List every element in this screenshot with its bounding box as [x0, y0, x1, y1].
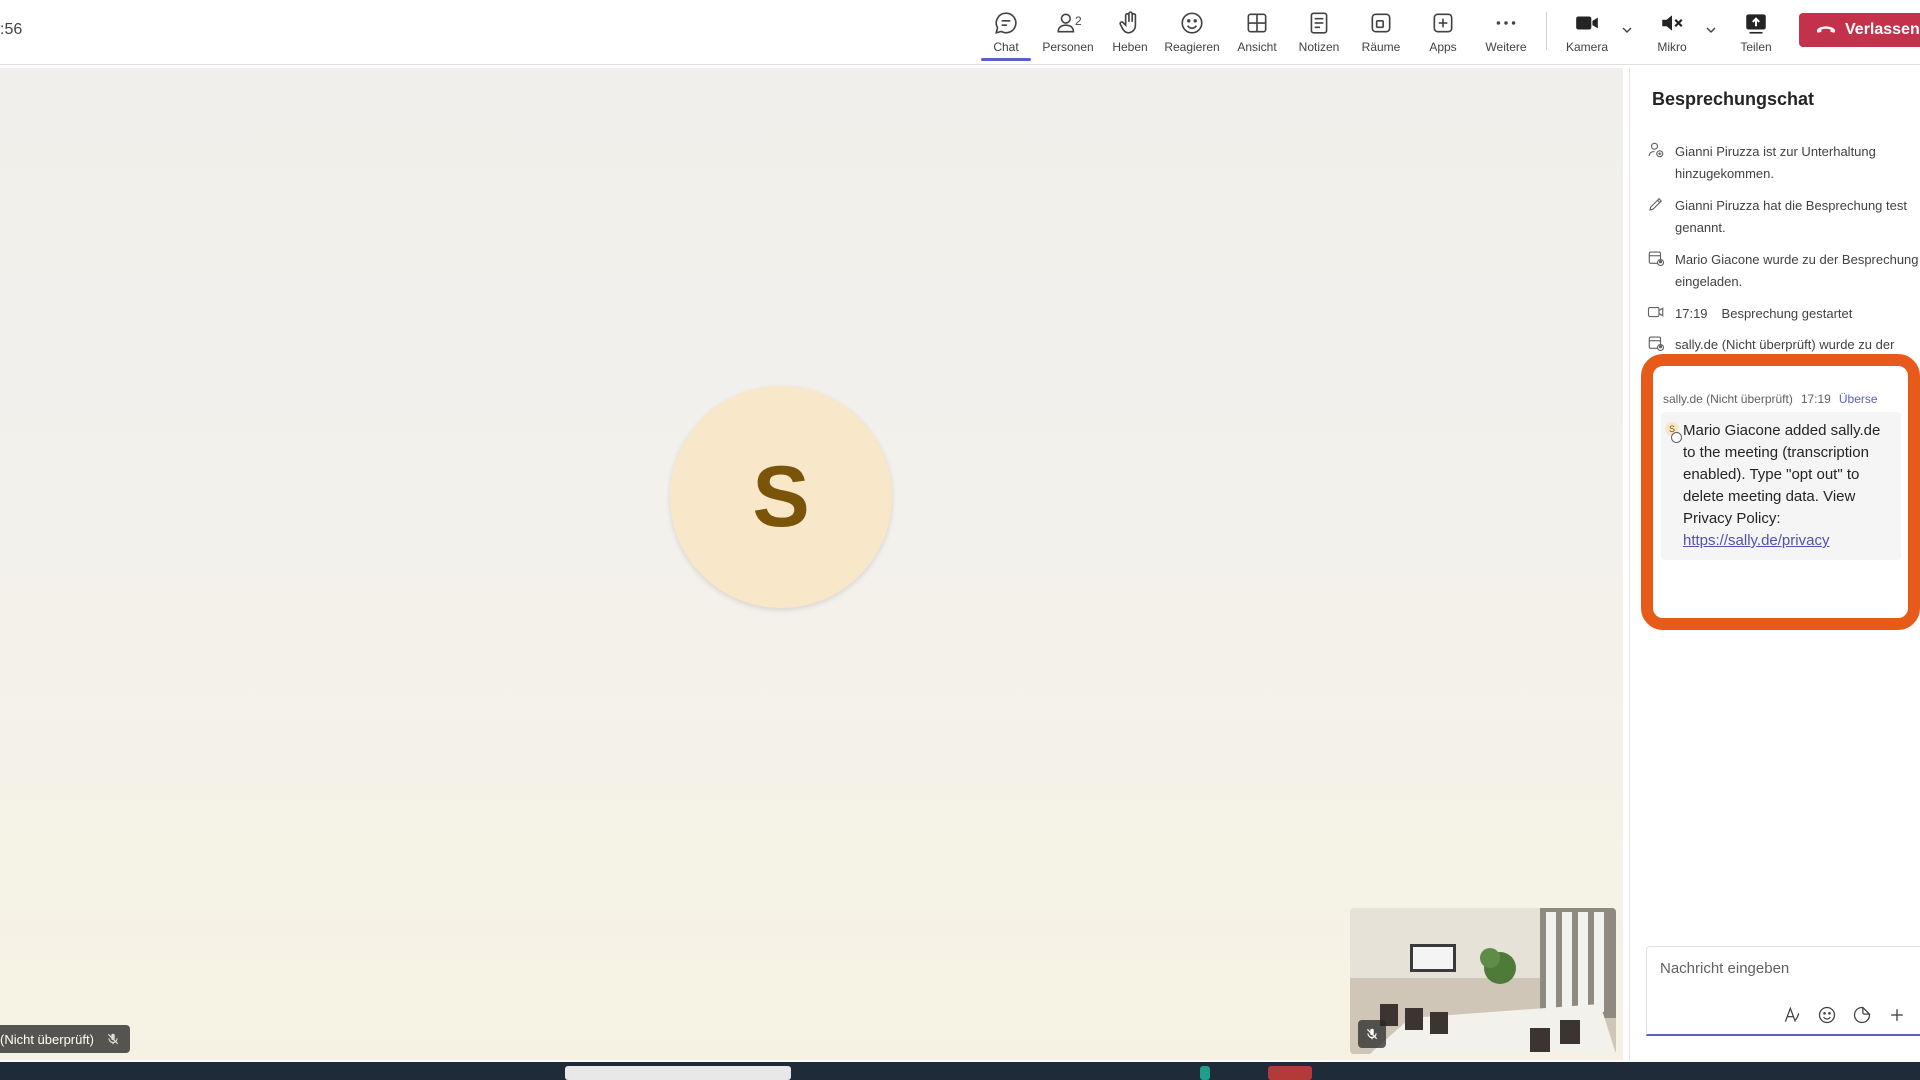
mic-label: Mikro — [1657, 40, 1687, 54]
message-header: sally.de (Nicht überprüft) 17:19 Überse — [1663, 392, 1878, 406]
os-taskbar — [0, 1062, 1920, 1080]
apps-button[interactable]: Apps — [1413, 8, 1473, 56]
apps-label: Apps — [1429, 40, 1457, 54]
pencil-icon — [1649, 197, 1663, 211]
system-message-text: 17:19 Besprechung gestartet — [1675, 303, 1920, 325]
people-button[interactable]: 2 Personen — [1038, 8, 1098, 56]
leave-label: Verlassen — [1845, 21, 1920, 38]
system-message-text: Gianni Piruzza ist zur Unterhaltung hinz… — [1675, 144, 1876, 181]
calendar-person-icon — [1648, 336, 1665, 352]
mic-options-chevron-icon[interactable] — [1703, 22, 1719, 38]
taskbar-search[interactable] — [565, 1066, 791, 1080]
rooms-icon — [1371, 13, 1391, 33]
meeting-timer: :56 — [0, 21, 23, 38]
share-icon — [1746, 14, 1766, 34]
message-time: 17:19 — [1800, 392, 1831, 406]
camera-label: Kamera — [1565, 40, 1609, 54]
video-icon — [1647, 306, 1664, 318]
view-label: Ansicht — [1237, 40, 1277, 54]
self-video-preview[interactable] — [1350, 908, 1616, 1054]
compose-box — [1646, 946, 1920, 1036]
participant-name-tag: (Nicht überprüft) — [0, 1025, 130, 1053]
chat-message[interactable]: sally.de (Nicht überprüft) 17:19 Überse S … — [1657, 370, 1901, 614]
message-body: Mario Giacone added sally.de to the meet… — [1683, 422, 1881, 527]
privacy-policy-link[interactable]: https://sally.de/privacy — [1683, 532, 1829, 549]
message-input[interactable] — [1658, 959, 1912, 978]
chat-panel-title: Besprechungschat — [1652, 89, 1815, 109]
mic-off-icon — [1366, 1028, 1378, 1040]
message-sender: sally.de (Nicht überprüft) — [1663, 392, 1793, 406]
more-label: Weitere — [1485, 40, 1527, 54]
conference-room-image — [1350, 908, 1616, 1054]
chat-button[interactable]: Chat — [976, 8, 1036, 56]
add-app-icon — [1433, 13, 1453, 33]
share-label: Teilen — [1740, 40, 1772, 54]
hand-icon — [1119, 11, 1137, 34]
person-joined-icon — [1648, 142, 1664, 158]
raise-hand-button[interactable]: Heben — [1100, 8, 1160, 56]
react-label: Reagieren — [1164, 40, 1220, 54]
notes-button[interactable]: Notizen — [1289, 8, 1349, 56]
message-bubble: S Mario Giacone added sally.de to the me… — [1661, 412, 1901, 560]
more-button[interactable]: Weitere — [1476, 8, 1536, 56]
participant-avatar: S — [670, 386, 892, 608]
taskbar-app-icon[interactable] — [1268, 1066, 1312, 1080]
notes-icon — [1310, 12, 1328, 34]
chat-label: Chat — [993, 40, 1019, 54]
emoji-icon — [1181, 12, 1203, 34]
rooms-label: Räume — [1361, 40, 1401, 54]
people-label: Personen — [1042, 40, 1094, 54]
self-mic-muted-indicator — [1358, 1020, 1386, 1048]
mic-off-icon — [107, 1033, 119, 1045]
toolbar-divider — [1546, 12, 1547, 50]
presence-status-icon — [1671, 432, 1682, 443]
system-message-label: Besprechung gestartet — [1721, 306, 1853, 321]
view-button[interactable]: Ansicht — [1227, 8, 1287, 56]
camera-button[interactable]: Kamera — [1557, 8, 1617, 56]
calendar-person-icon — [1648, 251, 1665, 267]
translate-link[interactable]: Überse — [1839, 392, 1878, 406]
emoji-icon[interactable] — [1817, 1005, 1837, 1025]
notes-label: Notizen — [1298, 40, 1340, 54]
system-message-text: sally.de (Nicht überprüft) wurde zu der — [1675, 337, 1895, 352]
more-icon — [1496, 21, 1516, 25]
rooms-button[interactable]: Räume — [1351, 8, 1411, 56]
people-count: 2 — [1075, 14, 1082, 28]
system-message-text: Gianni Piruzza hat die Besprechung test … — [1675, 198, 1907, 235]
mic-button[interactable]: Mikro — [1642, 8, 1702, 56]
plus-icon[interactable] — [1887, 1005, 1907, 1025]
participant-name: (Nicht überprüft) — [0, 1031, 94, 1047]
sticker-icon[interactable] — [1852, 1005, 1872, 1025]
leave-button[interactable]: Verlassen — [1799, 13, 1920, 47]
system-message-time: 17:19 — [1675, 306, 1708, 321]
message-text: Mario Giacone added sally.de to the meet… — [1683, 420, 1895, 552]
share-button[interactable]: Teilen — [1726, 8, 1786, 56]
active-tab-indicator — [981, 58, 1031, 61]
camera-options-chevron-icon[interactable] — [1619, 22, 1635, 38]
grid-icon — [1247, 13, 1267, 33]
taskbar-app-icon[interactable] — [1200, 1066, 1210, 1080]
react-button[interactable]: Reagieren — [1162, 8, 1222, 56]
mic-muted-icon — [1662, 15, 1683, 31]
chat-icon — [995, 12, 1017, 34]
format-icon[interactable] — [1782, 1005, 1802, 1025]
meeting-toolbar: :56 Chat 2 Personen Heben Reagieren Ansi… — [0, 0, 1920, 65]
raise-hand-label: Heben — [1112, 40, 1148, 54]
camera-icon — [1576, 16, 1598, 30]
hang-up-icon — [1816, 26, 1836, 33]
system-message-text: Mario Giacone wurde zu der Besprechung e… — [1675, 252, 1919, 289]
